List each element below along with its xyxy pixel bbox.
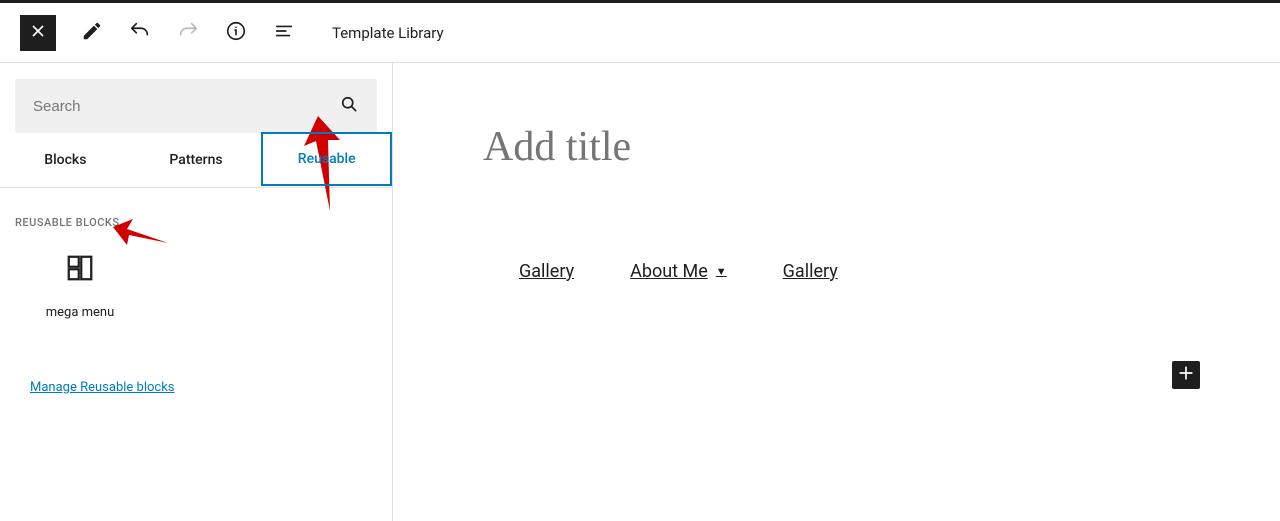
block-icon [65, 253, 95, 287]
manage-reusable-blocks-link[interactable]: Manage Reusable blocks [30, 380, 175, 395]
tab-label: Patterns [169, 152, 222, 168]
post-title-input[interactable] [483, 123, 1240, 171]
template-library-label[interactable]: Template Library [332, 24, 444, 42]
undo-button[interactable] [122, 15, 158, 51]
tab-reusable[interactable]: Reusable [261, 132, 392, 186]
reusable-block-item[interactable]: mega menu [20, 253, 140, 320]
tab-blocks[interactable]: Blocks [0, 133, 131, 187]
close-icon [28, 21, 48, 44]
search-input[interactable] [15, 79, 377, 133]
block-label: mega menu [46, 305, 115, 320]
add-block-button[interactable] [1172, 361, 1200, 389]
main-container: Blocks Patterns Reusable REUSABLE BLOCKS… [0, 63, 1280, 521]
nav-link-label: Gallery [783, 261, 838, 282]
edit-button[interactable] [74, 15, 110, 51]
nav-link[interactable]: Gallery [783, 261, 838, 282]
plus-icon [1176, 363, 1196, 387]
pencil-icon [81, 20, 103, 45]
tab-patterns[interactable]: Patterns [131, 133, 262, 187]
outline-button[interactable] [266, 15, 302, 51]
search-wrapper [15, 79, 377, 133]
inserter-tabs: Blocks Patterns Reusable [0, 133, 392, 188]
redo-button[interactable] [170, 15, 206, 51]
toolbar: Template Library [0, 3, 1280, 63]
nav-link-label: About Me [630, 261, 708, 282]
tab-label: Reusable [298, 151, 356, 167]
editor-area: Gallery About Me ▼ Gallery [393, 63, 1280, 521]
tab-label: Blocks [44, 152, 86, 168]
undo-icon [129, 20, 151, 45]
search-icon [339, 94, 359, 118]
list-view-icon [273, 20, 295, 45]
info-button[interactable] [218, 15, 254, 51]
navigation-block: Gallery About Me ▼ Gallery [519, 261, 1240, 282]
section-label: REUSABLE BLOCKS [15, 216, 392, 229]
inserter-sidebar: Blocks Patterns Reusable REUSABLE BLOCKS… [0, 63, 393, 521]
close-inserter-button[interactable] [20, 15, 56, 51]
redo-icon [177, 20, 199, 45]
nav-link-dropdown[interactable]: About Me ▼ [630, 261, 727, 282]
chevron-down-icon: ▼ [716, 265, 727, 278]
nav-link[interactable]: Gallery [519, 261, 574, 282]
nav-link-label: Gallery [519, 261, 574, 282]
info-icon [225, 20, 247, 45]
